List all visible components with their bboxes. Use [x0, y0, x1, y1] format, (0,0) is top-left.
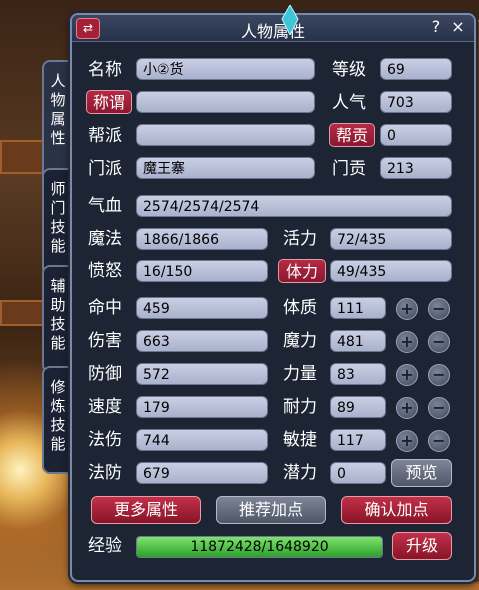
- school-field: 魔王寨: [136, 157, 315, 179]
- popularity-label: 人气: [332, 93, 366, 113]
- experience-label: 经验: [88, 536, 122, 556]
- minus-icon[interactable]: −: [428, 430, 450, 452]
- tab-label-char-2: 辅助技能: [50, 277, 66, 352]
- popularity-field: 703: [380, 91, 452, 113]
- vitality-label: 活力: [283, 229, 317, 249]
- attribute-value: 117: [330, 429, 386, 451]
- tab-school-skills[interactable]: 师门技能: [42, 168, 72, 276]
- plus-icon[interactable]: +: [396, 331, 418, 353]
- combat-value: 744: [136, 429, 268, 451]
- combat-value: 179: [136, 396, 268, 418]
- help-button[interactable]: ?: [426, 17, 446, 37]
- combat-value: 572: [136, 363, 268, 385]
- combat-value: 459: [136, 297, 268, 319]
- guild-field: [136, 124, 315, 146]
- rage-field: 16/150: [136, 260, 268, 282]
- stamina-button[interactable]: 体力: [278, 259, 326, 283]
- combat-value: 663: [136, 330, 268, 352]
- window-title: 人物属性: [240, 22, 305, 41]
- tab-label-char-1: 师门技能: [50, 180, 66, 255]
- minus-icon[interactable]: −: [428, 397, 450, 419]
- stamina-field: 49/435: [330, 260, 452, 282]
- name-label: 名称: [88, 60, 122, 80]
- plus-icon[interactable]: +: [396, 298, 418, 320]
- emblem-icon: [281, 5, 299, 35]
- attribute-label: 魔力: [283, 331, 317, 351]
- tab-label-char-0: 人物属性: [50, 72, 66, 147]
- combat-label: 法伤: [88, 430, 122, 450]
- mp-field: 1866/1866: [136, 228, 268, 250]
- attribute-label: 敏捷: [283, 430, 317, 450]
- rage-label: 愤怒: [88, 261, 122, 281]
- tab-cultivation-skills[interactable]: 修炼技能: [42, 366, 72, 474]
- level-label: 等级: [332, 60, 366, 80]
- tab-auxiliary-skills[interactable]: 辅助技能: [42, 265, 72, 373]
- level-up-button[interactable]: 升级: [392, 532, 452, 560]
- guild-label: 帮派: [88, 126, 122, 146]
- close-button[interactable]: ×: [448, 17, 468, 37]
- tab-label-char-3: 修炼技能: [50, 378, 66, 453]
- experience-value: 11872428/1648920: [190, 539, 329, 555]
- attribute-value: 89: [330, 396, 386, 418]
- school-contribution-field: 213: [380, 157, 452, 179]
- title-button[interactable]: 称谓: [86, 90, 132, 114]
- attribute-value: 481: [330, 330, 386, 352]
- attribute-label: 耐力: [283, 397, 317, 417]
- combat-value: 679: [136, 462, 268, 484]
- title-bar[interactable]: ⇄ 人物属性 ? ×: [72, 5, 474, 42]
- level-field: 69: [380, 58, 452, 80]
- vitality-field: 72/435: [330, 228, 452, 250]
- minus-icon[interactable]: −: [428, 331, 450, 353]
- name-field: 小②货: [136, 58, 315, 80]
- combat-label: 命中: [88, 298, 122, 318]
- experience-bar: 11872428/1648920: [136, 536, 383, 558]
- guild-contribution-field: 0: [380, 124, 452, 146]
- combat-label: 防御: [88, 364, 122, 384]
- combat-label: 伤害: [88, 331, 122, 351]
- combat-label: 法防: [88, 463, 122, 483]
- plus-icon[interactable]: +: [396, 364, 418, 386]
- mp-label: 魔法: [88, 229, 122, 249]
- school-contribution-label: 门贡: [332, 159, 366, 179]
- guild-contribution-button[interactable]: 帮贡: [329, 123, 375, 147]
- preview-button[interactable]: 预览: [391, 459, 452, 487]
- plus-icon[interactable]: +: [396, 430, 418, 452]
- attribute-label: 力量: [283, 364, 317, 384]
- potential-field: 0: [330, 462, 386, 484]
- more-attributes-button[interactable]: 更多属性: [91, 496, 201, 524]
- recommend-points-button[interactable]: 推荐加点: [216, 496, 326, 524]
- title-field: [136, 91, 315, 113]
- hp-label: 气血: [88, 196, 122, 216]
- attribute-value: 83: [330, 363, 386, 385]
- confirm-points-button[interactable]: 确认加点: [341, 496, 452, 524]
- hp-field: 2574/2574/2574: [136, 195, 452, 217]
- combat-label: 速度: [88, 397, 122, 417]
- plus-icon[interactable]: +: [396, 397, 418, 419]
- attribute-value: 111: [330, 297, 386, 319]
- attribute-label: 体质: [283, 298, 317, 318]
- minus-icon[interactable]: −: [428, 298, 450, 320]
- potential-label: 潜力: [283, 463, 317, 483]
- school-label: 门派: [88, 159, 122, 179]
- minus-icon[interactable]: −: [428, 364, 450, 386]
